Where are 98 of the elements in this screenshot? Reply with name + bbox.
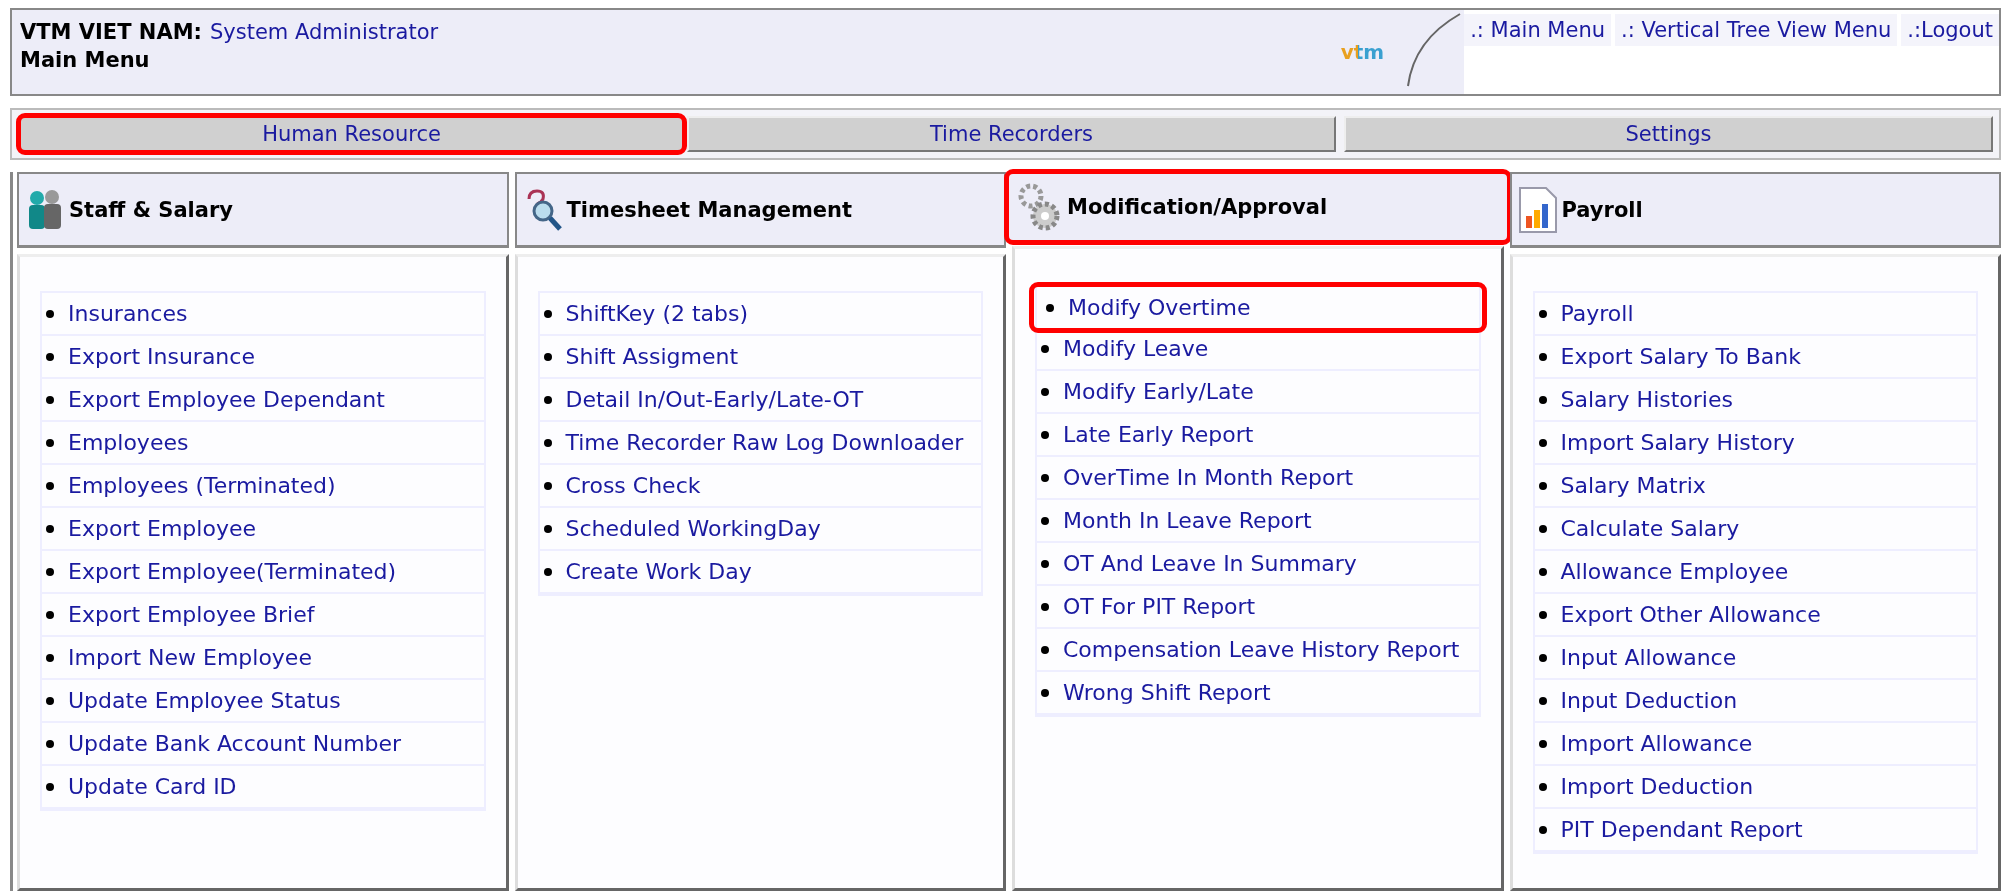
menu-link[interactable]: Time Recorder Raw Log Downloader — [539, 422, 981, 465]
menu-link[interactable]: Insurances — [42, 293, 484, 336]
menu-link[interactable]: Late Early Report — [1037, 414, 1479, 457]
bullet-icon — [46, 782, 54, 791]
menu-link[interactable]: PIT Dependant Report — [1534, 809, 1976, 852]
bullet-icon — [1538, 309, 1547, 318]
bullet-icon — [1538, 395, 1547, 404]
bullet-icon — [46, 610, 54, 619]
section-title: Payroll — [1561, 197, 1643, 222]
bullet-icon — [46, 696, 54, 705]
menu-link[interactable]: Update Employee Status — [42, 680, 484, 723]
bullet-icon — [46, 352, 54, 361]
bullet-icon — [1041, 473, 1049, 482]
menu-link[interactable]: Import New Employee — [42, 637, 484, 680]
user-name: System Administrator — [209, 20, 439, 44]
menu-link[interactable]: Update Bank Account Number — [42, 723, 484, 766]
menu-link[interactable]: Compensation Leave History Report — [1037, 629, 1479, 672]
menu-link[interactable]: Modify Leave — [1037, 328, 1479, 371]
bullet-icon — [1538, 782, 1547, 791]
menu-link[interactable]: Input Allowance — [1534, 637, 1976, 680]
section-title: Staff & Salary — [69, 197, 233, 222]
bullet-icon — [46, 524, 54, 533]
menu-link[interactable]: Salary Histories — [1534, 379, 1976, 422]
menu-link[interactable]: OT And Leave In Summary — [1037, 543, 1479, 586]
bullet-icon — [46, 567, 54, 576]
bullet-icon — [1041, 344, 1049, 353]
menu-link[interactable]: Scheduled WorkingDay — [539, 508, 981, 551]
menu-link[interactable]: Payroll — [1534, 293, 1976, 336]
bullet-icon — [543, 395, 552, 404]
bullet-icon — [543, 352, 552, 361]
menu-tab[interactable]: Human Resource — [16, 113, 687, 155]
menu-link[interactable]: OT For PIT Report — [1037, 586, 1479, 629]
bullet-icon — [1538, 610, 1547, 619]
menu-link[interactable]: Import Allowance — [1534, 723, 1976, 766]
menu-link[interactable]: Import Deduction — [1534, 766, 1976, 809]
menu-link[interactable]: Modify Overtime — [1029, 282, 1487, 333]
menu-link[interactable]: OverTime In Month Report — [1037, 457, 1479, 500]
bullet-icon — [1041, 430, 1049, 439]
menu-tab[interactable]: Time Recorders — [687, 116, 1336, 152]
menu-link[interactable]: Create Work Day — [539, 551, 981, 594]
menu-link[interactable]: Export Other Allowance — [1534, 594, 1976, 637]
menu-link[interactable]: Update Card ID — [42, 766, 484, 809]
menu-link[interactable]: Export Salary To Bank — [1534, 336, 1976, 379]
menu-link[interactable]: Salary Matrix — [1534, 465, 1976, 508]
menu-link[interactable]: Cross Check — [539, 465, 981, 508]
menu-link[interactable]: Allowance Employee — [1534, 551, 1976, 594]
bullet-icon — [46, 739, 54, 748]
bullet-icon — [1538, 524, 1547, 533]
menu-link[interactable]: Export Insurance — [42, 336, 484, 379]
menu-link[interactable]: Wrong Shift Report — [1037, 672, 1479, 715]
menu-link[interactable]: Employees (Terminated) — [42, 465, 484, 508]
menu-link[interactable]: Modify Early/Late — [1037, 371, 1479, 414]
bullet-icon — [46, 653, 54, 662]
menu-link[interactable]: Export Employee — [42, 508, 484, 551]
menu-link[interactable]: Calculate Salary — [1534, 508, 1976, 551]
menu-link[interactable]: Export Employee Dependant — [42, 379, 484, 422]
bullet-icon — [1041, 516, 1049, 525]
bullet-icon — [1041, 387, 1049, 396]
bullet-icon — [1538, 739, 1547, 748]
section-title: Timesheet Management — [566, 197, 852, 222]
bullet-icon — [543, 481, 552, 490]
bullet-icon — [543, 524, 552, 533]
bullet-icon — [46, 395, 54, 404]
chart-document-icon — [1517, 185, 1558, 234]
menu-tab[interactable]: Settings — [1344, 116, 1993, 152]
bullet-icon — [1538, 481, 1547, 490]
bullet-icon — [1041, 688, 1049, 697]
bullet-icon — [1041, 602, 1049, 611]
header-link[interactable]: .: Vertical Tree View Menu — [1615, 14, 1898, 46]
bullet-icon — [46, 481, 54, 490]
bullet-icon — [1046, 303, 1054, 312]
bullet-icon — [543, 309, 552, 318]
menu-link[interactable]: Detail In/Out-Early/Late-OT — [539, 379, 981, 422]
bullet-icon — [543, 567, 552, 576]
page-title: Main Menu — [20, 48, 150, 72]
bullet-icon — [543, 438, 552, 447]
bullet-icon — [46, 309, 54, 318]
company-name: VTM VIET NAM: — [20, 20, 202, 44]
bullet-icon — [1538, 653, 1547, 662]
menu-link[interactable]: ShiftKey (2 tabs) — [539, 293, 981, 336]
menu-link[interactable]: Input Deduction — [1534, 680, 1976, 723]
menu-link[interactable]: Import Salary History — [1534, 422, 1976, 465]
bullet-icon — [1538, 696, 1547, 705]
bullet-icon — [46, 438, 54, 447]
menu-link[interactable]: Employees — [42, 422, 484, 465]
section-title: Modification/Approval — [1067, 195, 1328, 219]
bullet-icon — [1041, 559, 1049, 568]
bullet-icon — [1538, 352, 1547, 361]
menu-link[interactable]: Export Employee(Terminated) — [42, 551, 484, 594]
menu-link[interactable]: Month In Leave Report — [1037, 500, 1479, 543]
bullet-icon — [1538, 438, 1547, 447]
bullet-icon — [1538, 825, 1547, 834]
menu-link[interactable]: Export Employee Brief — [42, 594, 484, 637]
menu-link[interactable]: Shift Assigment — [539, 336, 981, 379]
bullet-icon — [1041, 645, 1049, 654]
bullet-icon — [1538, 567, 1547, 576]
header-link[interactable]: .: Main Menu — [1464, 14, 1612, 46]
header-link[interactable]: .:Logout — [1901, 14, 1999, 46]
